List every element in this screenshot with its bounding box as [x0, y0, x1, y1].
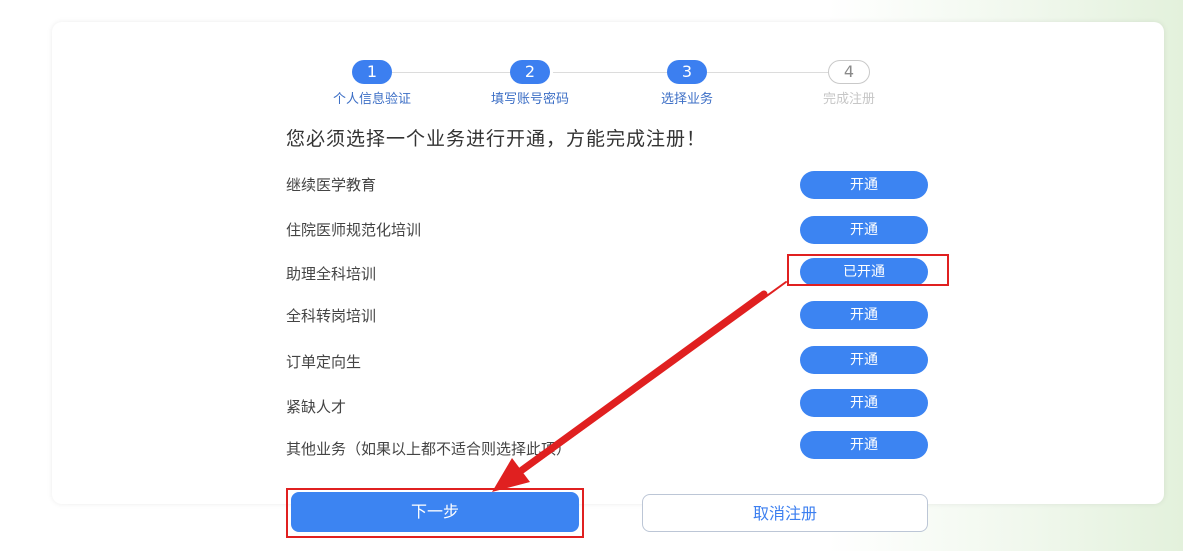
annotation-arrow-icon — [492, 281, 787, 492]
